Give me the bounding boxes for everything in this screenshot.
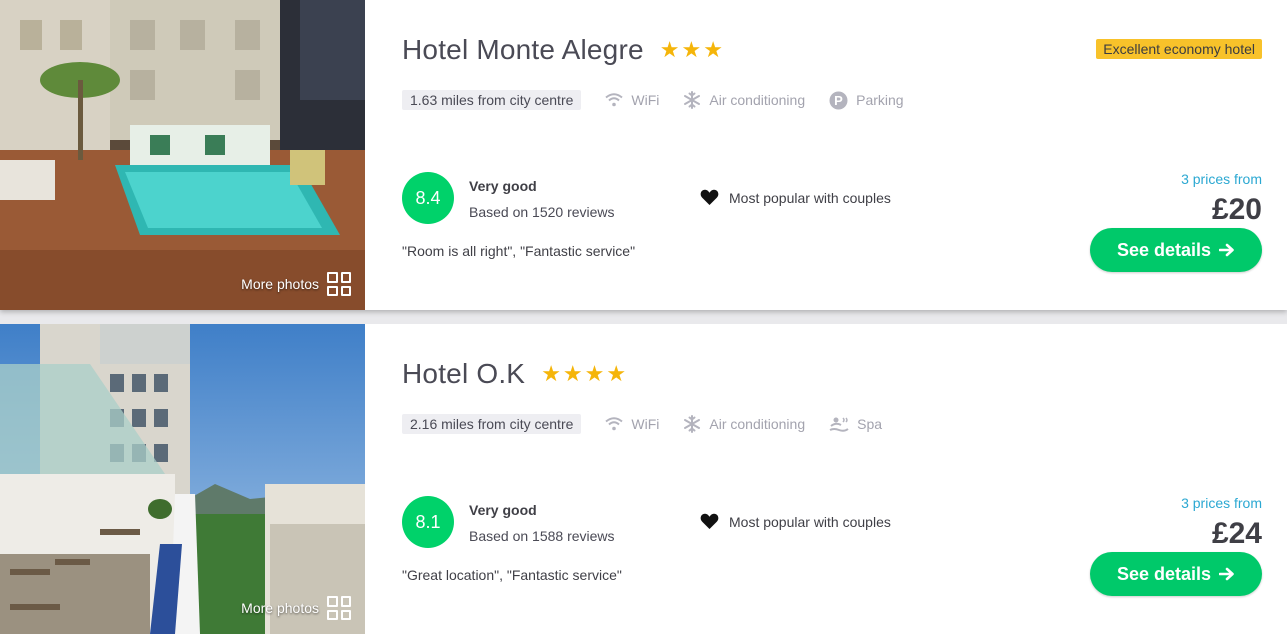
arrow-right-icon (1219, 567, 1234, 581)
rating-label: Very good (469, 178, 537, 194)
snowflake-icon (684, 415, 701, 433)
grid-icon (327, 596, 351, 620)
see-details-button[interactable]: See details (1090, 228, 1262, 272)
rating-label: Very good (469, 502, 537, 518)
amenity-spa: Spa (829, 416, 882, 432)
popular-label: Most popular with couples (729, 189, 891, 206)
grid-icon (327, 272, 351, 296)
more-photos-button[interactable]: More photos (241, 596, 351, 620)
button-label: See details (1116, 239, 1212, 260)
distance-tag: 2.16 miles from city centre (402, 414, 582, 434)
review-quote: "Room is all right", "Fantastic service" (402, 243, 636, 259)
spa-icon (829, 417, 849, 432)
star-icon: ★ (584, 361, 605, 386)
review-count[interactable]: Based on 1520 reviews (469, 204, 615, 220)
popular-with: Most popular with couples (700, 189, 891, 206)
heart-icon (700, 189, 719, 205)
star-icon: ★ (541, 361, 561, 386)
amenity-label: Parking (856, 92, 904, 108)
review-quote: "Great location", "Fantastic service" (402, 567, 622, 583)
hotel-card: More photos Hotel Monte Alegre ★ ★ ★ Exc… (0, 0, 1287, 310)
star-icon: ★ (659, 37, 680, 62)
amenity-label: Air conditioning (709, 416, 806, 432)
amenity-label: WiFi (631, 416, 660, 432)
wifi-icon (605, 417, 624, 431)
popular-label: Most popular with couples (729, 513, 891, 530)
hotel-card: More photos Hotel O.K ★ ★ ★ ★ 2.16 miles… (0, 324, 1287, 634)
hotel-info: Hotel Monte Alegre ★ ★ ★ Excellent econo… (365, 0, 1287, 310)
see-details-button[interactable]: See details (1090, 552, 1262, 596)
popular-with: Most popular with couples (700, 513, 891, 530)
review-score: 8.1 (402, 496, 454, 548)
star-rating: ★ ★ ★ ★ (541, 361, 626, 387)
star-icon: ★ (606, 361, 627, 386)
amenity-wifi: WiFi (605, 92, 659, 108)
hotel-photo[interactable]: More photos (0, 0, 365, 310)
amenity-wifi: WiFi (605, 416, 659, 432)
more-photos-label: More photos (241, 600, 319, 616)
amenity-label: Spa (857, 416, 883, 432)
rooftop-terrace-image (0, 324, 365, 634)
hotel-info: Hotel O.K ★ ★ ★ ★ 2.16 miles from city c… (365, 324, 1287, 634)
price: £24 (1211, 517, 1262, 550)
hotel-name[interactable]: Hotel Monte Alegre (402, 34, 644, 66)
prices-from-link[interactable]: 3 prices from (1181, 495, 1262, 511)
distance-tag: 1.63 miles from city centre (402, 90, 582, 110)
amenity-label: WiFi (631, 92, 660, 108)
prices-from-link[interactable]: 3 prices from (1181, 171, 1262, 187)
economy-badge: Excellent economy hotel (1096, 39, 1262, 59)
hotel-name[interactable]: Hotel O.K (402, 358, 525, 390)
review-score: 8.4 (402, 172, 454, 224)
star-icon: ★ (562, 361, 583, 386)
review-count[interactable]: Based on 1588 reviews (469, 528, 615, 544)
parking-icon: P (829, 91, 848, 109)
star-rating: ★ ★ ★ (660, 37, 723, 63)
star-icon: ★ (703, 37, 723, 62)
amenity-air-conditioning: Air conditioning (683, 91, 805, 109)
arrow-right-icon (1219, 243, 1234, 257)
snowflake-icon (684, 91, 701, 109)
svg-text:P: P (834, 93, 843, 108)
button-label: See details (1116, 563, 1212, 584)
pool-courtyard-image (0, 0, 365, 310)
star-icon: ★ (681, 37, 702, 62)
more-photos-label: More photos (241, 276, 319, 292)
heart-icon (700, 513, 719, 529)
price: £20 (1211, 193, 1262, 226)
amenity-air-conditioning: Air conditioning (683, 415, 805, 433)
amenity-parking: P Parking (829, 91, 904, 110)
amenity-label: Air conditioning (709, 92, 806, 108)
wifi-icon (605, 93, 624, 107)
more-photos-button[interactable]: More photos (241, 272, 351, 296)
hotel-photo[interactable]: More photos (0, 324, 365, 634)
